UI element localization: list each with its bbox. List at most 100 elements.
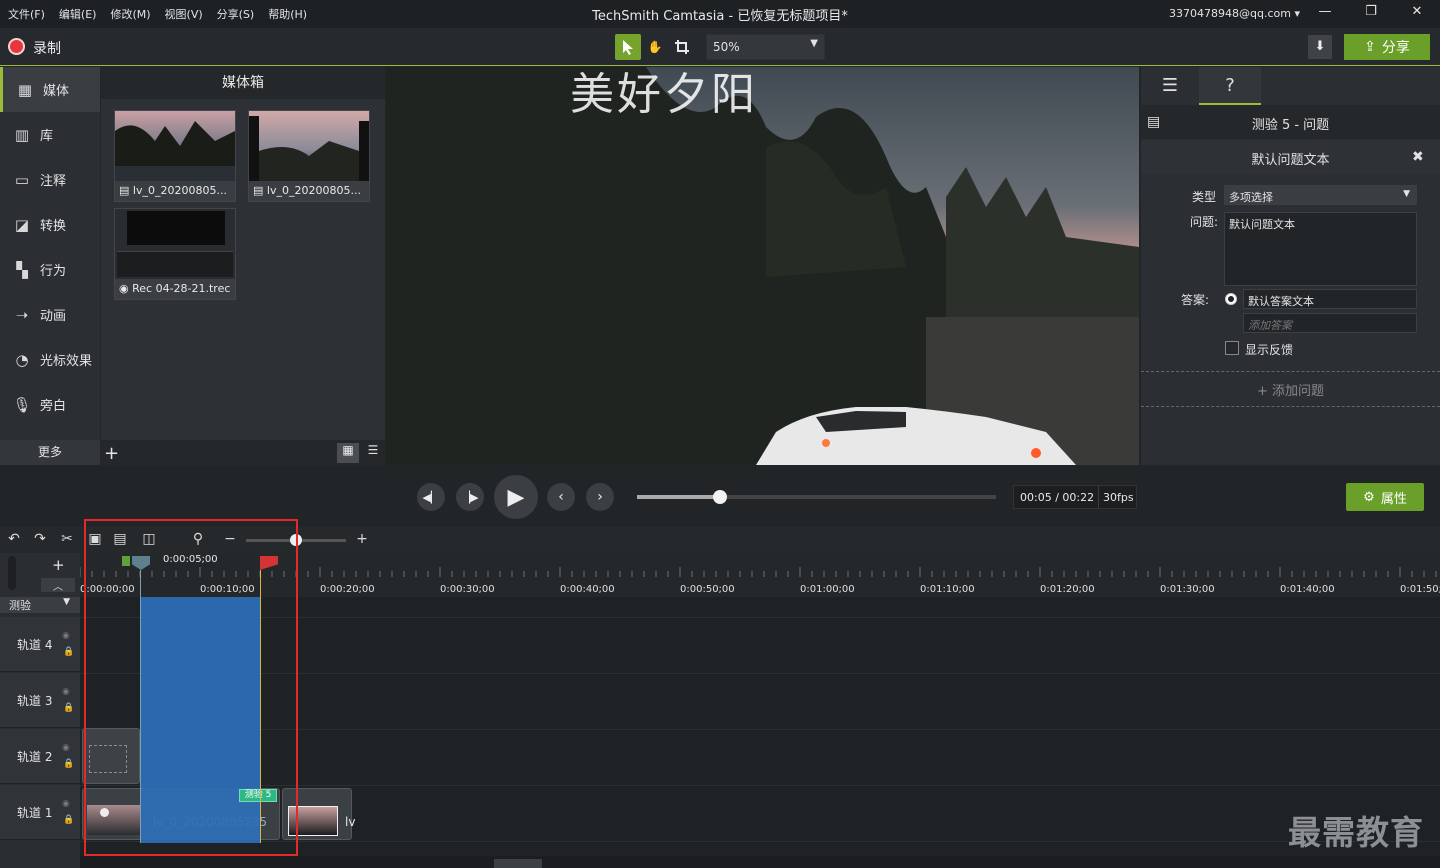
question-title: 默认问题文本 (1251, 153, 1330, 168)
crop-tool-button[interactable] (669, 34, 695, 60)
media-item-name: Rec 04-28-21.trec (132, 282, 231, 295)
behavior-icon: ▚ (16, 260, 28, 279)
minimize-button[interactable]: — (1315, 4, 1335, 24)
question-field[interactable]: 默认问题文本 (1224, 212, 1417, 286)
previous-icon[interactable]: ‹ (547, 483, 575, 511)
answer-field[interactable]: 默认答案文本 (1243, 289, 1417, 309)
sidebar-item-animation[interactable]: ➝ 动画 (0, 292, 100, 337)
step-forward-icon[interactable]: ▕▶ (456, 483, 484, 511)
lock-icon[interactable]: 🔒 (63, 815, 74, 825)
step-back-icon[interactable]: ◀▏ (417, 483, 445, 511)
select-tool-button[interactable] (615, 34, 641, 60)
track-name: 轨道 4 (17, 638, 53, 652)
media-item[interactable]: ◉ Rec 04-28-21.trec (114, 208, 236, 300)
type-select[interactable]: 多项选择 ▼ (1224, 185, 1417, 205)
record-icon[interactable] (8, 38, 25, 55)
track-header[interactable]: 轨道 3 ◉ 🔒 (0, 673, 80, 728)
add-question-button[interactable]: + 添加问题 (1141, 380, 1440, 399)
ruler-label: 0:00:50;00 (680, 584, 735, 595)
ruler-label: 0:01:10;00 (920, 584, 975, 595)
chevron-down-icon: ▼ (1403, 189, 1410, 199)
track-header[interactable]: 轨道 2 ◉ 🔒 (0, 729, 80, 784)
redo-icon[interactable]: ↷ (31, 531, 49, 547)
add-answer-field[interactable]: 添加答案 (1243, 313, 1417, 333)
track-name: 轨道 3 (17, 694, 53, 708)
sidebar-item-label: 旁白 (40, 399, 67, 414)
sidebar-item-label: 注释 (40, 174, 67, 189)
lock-icon[interactable]: 🔒 (63, 647, 74, 657)
list-view-icon[interactable]: ☰ (363, 443, 383, 463)
sidebar-item-media[interactable]: ▦ 媒体 (0, 67, 100, 112)
eye-icon[interactable]: ◉ (62, 687, 70, 697)
timeline-scrollbar[interactable] (80, 856, 1440, 868)
properties-button[interactable]: ⚙ 属性 (1346, 483, 1424, 511)
add-track-icon[interactable]: + (52, 556, 65, 574)
media-thumbnail (115, 111, 235, 181)
feedback-label: 显示反馈 (1245, 343, 1294, 357)
crop-icon (675, 40, 689, 54)
download-icon[interactable]: ⬇ (1308, 35, 1332, 59)
restore-button[interactable]: ❐ (1361, 4, 1381, 24)
zoom-value: 50% (713, 40, 740, 54)
feedback-checkbox[interactable] (1225, 341, 1239, 355)
more-button[interactable]: 更多 (0, 440, 100, 465)
eye-icon[interactable]: ◉ (62, 743, 70, 753)
zoom-in-icon[interactable]: + (353, 531, 371, 547)
menu-lines-icon[interactable]: ☰ (1141, 67, 1199, 105)
type-label: 类型 (1192, 190, 1217, 204)
preview-canvas[interactable] (386, 67, 1139, 465)
media-item[interactable]: ▤ lv_0_20200805... (114, 110, 236, 202)
sidebar-item-label: 行为 (40, 264, 67, 279)
scrub-fill (637, 495, 720, 499)
quiz-track-toggle[interactable]: 测验 ▼ (0, 597, 80, 613)
sidebar-item-label: 媒体 (43, 84, 70, 99)
ruler-label: 0:00:40;00 (560, 584, 615, 595)
answer-radio[interactable] (1225, 293, 1237, 305)
add-icon[interactable]: + (104, 443, 119, 464)
video-icon: ▤ (253, 184, 264, 197)
pan-tool-button[interactable]: ✋ (642, 34, 668, 60)
ruler-label: 0:01:00;00 (800, 584, 855, 595)
hand-icon: ✋ (647, 40, 663, 54)
undo-icon[interactable]: ↶ (5, 531, 23, 547)
lock-icon[interactable]: 🔒 (63, 759, 74, 769)
next-icon[interactable]: › (586, 483, 614, 511)
video-icon: ▤ (119, 184, 130, 197)
sidebar-item-behavior[interactable]: ▚ 行为 (0, 247, 100, 292)
close-button[interactable]: ✕ (1407, 4, 1427, 24)
zoom-select[interactable]: 50% ▼ (706, 34, 825, 60)
scrub-track[interactable] (637, 495, 996, 499)
tab-quiz-help[interactable]: ? (1199, 67, 1261, 105)
scrollbar-thumb[interactable] (494, 859, 542, 868)
chevron-down-icon: ▼ (63, 597, 70, 607)
close-icon[interactable]: ✖ (1412, 149, 1424, 165)
cut-icon[interactable]: ✂ (58, 531, 76, 547)
scrub-handle[interactable] (712, 490, 727, 504)
share-button[interactable]: ⇪ 分享 (1344, 34, 1430, 60)
eye-icon[interactable]: ◉ (62, 631, 70, 641)
media-item-name: lv_0_20200805... (132, 184, 227, 197)
account-menu[interactable]: 3370478948@qq.com ▾ (1169, 7, 1300, 20)
sidebar-item-annotation[interactable]: ▭ 注释 (0, 157, 100, 202)
play-icon[interactable]: ▶ (494, 475, 538, 519)
preview-title-text: 美好夕阳 (570, 69, 758, 120)
eye-icon[interactable]: ◉ (62, 799, 70, 809)
grid-view-icon[interactable]: ▦ (337, 443, 359, 463)
highlight-box (84, 519, 298, 856)
sidebar-item-transition[interactable]: ◪ 转换 (0, 202, 100, 247)
sidebar-item-library[interactable]: ▥ 库 (0, 112, 100, 157)
media-icon: ▦ (17, 80, 33, 99)
sidebar-item-cursor-effects[interactable]: ◔ 光标效果 (0, 337, 100, 382)
record-button[interactable]: 录制 (33, 38, 61, 58)
sidebar-item-label: 动画 (40, 309, 67, 324)
preview-video-frame (386, 67, 1139, 465)
ruler-label: 0:00:30;00 (440, 584, 495, 595)
sidebar-item-voice[interactable]: 🎙 旁白 (0, 382, 100, 427)
track-header[interactable]: 轨道 1 ◉ 🔒 (0, 785, 80, 840)
lock-icon[interactable]: 🔒 (63, 703, 74, 713)
media-item[interactable]: ▤ lv_0_20200805... (248, 110, 370, 202)
track-header[interactable]: 轨道 4 ◉ 🔒 (0, 617, 80, 672)
collapse-icon[interactable]: ︿ (41, 578, 75, 593)
track-height-slider[interactable] (8, 556, 16, 590)
annotation-icon: ▭ (14, 170, 30, 189)
